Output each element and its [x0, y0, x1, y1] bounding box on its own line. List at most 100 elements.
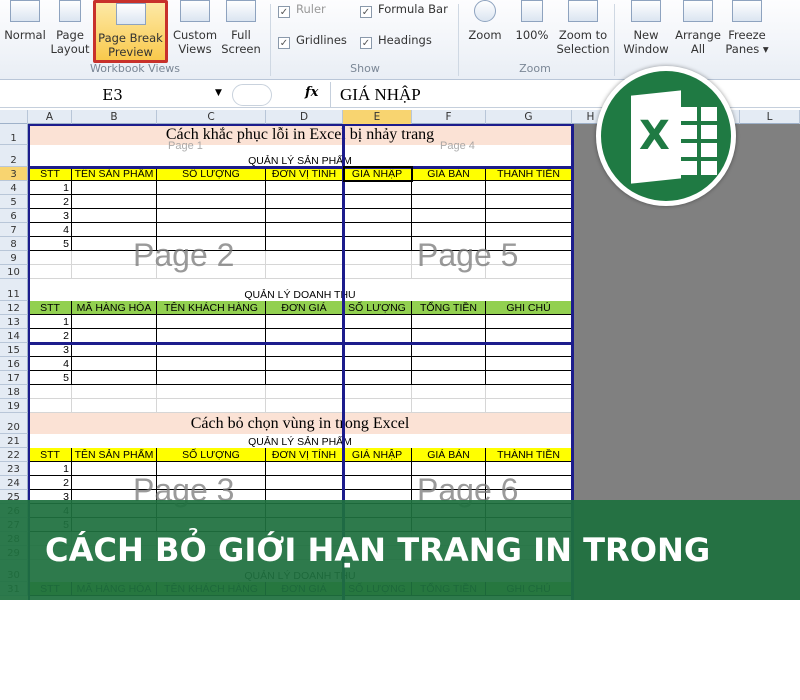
column-title-cell[interactable]: ĐƠN GIÁ — [266, 301, 343, 315]
cell[interactable] — [412, 371, 486, 385]
cell[interactable] — [157, 371, 266, 385]
cell[interactable] — [266, 315, 343, 329]
cell[interactable] — [412, 343, 486, 357]
cell[interactable] — [486, 343, 572, 357]
cell[interactable] — [157, 181, 266, 195]
cell[interactable] — [412, 462, 486, 476]
cell[interactable] — [412, 329, 486, 343]
cell[interactable] — [157, 385, 266, 399]
cell[interactable] — [72, 462, 157, 476]
custom-views-button[interactable]: Custom Views — [172, 0, 218, 62]
cell[interactable] — [266, 476, 343, 490]
cell[interactable] — [343, 223, 412, 237]
cell[interactable] — [28, 265, 72, 279]
column-title-cell[interactable]: TỔNG TIỀN — [412, 301, 486, 315]
column-title-cell[interactable]: MÃ HÀNG HÓA — [72, 301, 157, 315]
cell[interactable] — [157, 195, 266, 209]
cell[interactable] — [343, 371, 412, 385]
cell[interactable] — [412, 357, 486, 371]
row-header-16[interactable]: 16 — [0, 357, 28, 371]
formula-bar-resize-handle[interactable] — [232, 84, 272, 106]
cell[interactable]: 2 — [28, 476, 72, 490]
column-title-cell[interactable]: ĐƠN VỊ TÍNH — [266, 167, 343, 181]
column-title-cell[interactable]: STT — [28, 167, 72, 181]
zoom-button[interactable]: Zoom — [465, 0, 505, 62]
column-title-cell[interactable]: GIÁ NHẬP — [343, 167, 412, 181]
row-header-21[interactable]: 21 — [0, 434, 28, 448]
column-title-cell[interactable]: STT — [28, 301, 72, 315]
cell[interactable] — [343, 195, 412, 209]
cell[interactable] — [72, 265, 157, 279]
name-box-dropdown-icon[interactable]: ▼ — [215, 88, 222, 98]
cell[interactable] — [486, 209, 572, 223]
column-header-F[interactable]: F — [412, 110, 486, 124]
cell[interactable] — [486, 357, 572, 371]
insert-function-icon[interactable]: fx — [305, 85, 318, 100]
cell[interactable] — [266, 343, 343, 357]
cell[interactable] — [343, 476, 412, 490]
column-header-A[interactable]: A — [28, 110, 72, 124]
cell[interactable] — [412, 237, 486, 251]
column-header-L[interactable]: L — [740, 110, 800, 124]
cell[interactable] — [72, 237, 157, 251]
cell[interactable] — [266, 399, 343, 413]
cell[interactable] — [412, 399, 486, 413]
column-title-cell[interactable]: STT — [28, 448, 72, 462]
cell[interactable] — [72, 315, 157, 329]
row-header-18[interactable]: 18 — [0, 385, 28, 399]
cell[interactable] — [266, 181, 343, 195]
row-header-11[interactable]: 11 — [0, 279, 28, 301]
headings-checkbox[interactable]: ✓ Headings — [360, 33, 432, 49]
cell[interactable]: 2 — [28, 329, 72, 343]
cell[interactable]: 3 — [28, 343, 72, 357]
cell[interactable] — [486, 315, 572, 329]
cell[interactable]: 3 — [28, 209, 72, 223]
cell[interactable] — [343, 315, 412, 329]
cell[interactable] — [72, 181, 157, 195]
page-break-line[interactable] — [28, 124, 573, 126]
column-header-E[interactable]: E — [343, 110, 412, 124]
cell[interactable] — [412, 385, 486, 399]
cell[interactable] — [72, 329, 157, 343]
cell[interactable] — [72, 343, 157, 357]
cell[interactable] — [28, 251, 72, 265]
cell[interactable]: 1 — [28, 462, 72, 476]
column-header-B[interactable]: B — [72, 110, 157, 124]
cell[interactable] — [28, 385, 72, 399]
cell[interactable] — [343, 265, 412, 279]
row-header-3[interactable]: 3 — [0, 167, 28, 181]
cell[interactable] — [486, 462, 572, 476]
name-box[interactable]: E3 — [0, 84, 225, 106]
cell[interactable] — [486, 265, 572, 279]
column-header-G[interactable]: G — [486, 110, 572, 124]
cell[interactable] — [28, 399, 72, 413]
page-break-line[interactable] — [28, 166, 573, 169]
cell[interactable] — [486, 195, 572, 209]
cell[interactable] — [266, 265, 343, 279]
cell[interactable] — [157, 265, 266, 279]
cell[interactable] — [343, 385, 412, 399]
column-title-cell[interactable]: THÀNH TIỀN — [486, 448, 572, 462]
page-break-preview-button[interactable]: Page Break Preview — [93, 0, 168, 63]
cell[interactable] — [412, 476, 486, 490]
column-title-cell[interactable]: TÊN SẢN PHẨM — [72, 167, 157, 181]
cell[interactable] — [157, 343, 266, 357]
cell[interactable] — [412, 315, 486, 329]
full-screen-button[interactable]: Full Screen — [220, 0, 262, 62]
column-title-cell[interactable]: GIÁ BÁN — [412, 167, 486, 181]
cell[interactable]: 5 — [28, 371, 72, 385]
column-title-cell[interactable]: GHI CHÚ — [486, 301, 572, 315]
zoom-to-selection-button[interactable]: Zoom to Selection — [555, 0, 611, 62]
cell[interactable] — [486, 251, 572, 265]
cell[interactable]: 4 — [28, 223, 72, 237]
cell[interactable] — [72, 357, 157, 371]
cell[interactable] — [343, 357, 412, 371]
cell[interactable]: 4 — [28, 357, 72, 371]
gridlines-checkbox[interactable]: ✓ Gridlines — [278, 33, 347, 49]
row-header-12[interactable]: 12 — [0, 301, 28, 315]
cell[interactable] — [486, 181, 572, 195]
zoom-100-button[interactable]: 100% — [510, 0, 554, 62]
cell[interactable] — [343, 462, 412, 476]
cell[interactable] — [486, 371, 572, 385]
row-header-19[interactable]: 19 — [0, 399, 28, 413]
